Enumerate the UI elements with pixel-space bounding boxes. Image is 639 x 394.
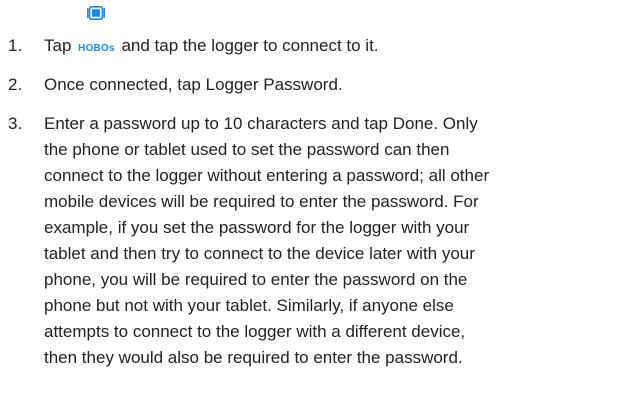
step-text: Once connected, tap Logger Password.: [44, 72, 624, 98]
step-line: Tap HOBOs and tap the logger to connect …: [44, 6, 624, 62]
step-line: tablet and then try to connect to the de…: [44, 244, 475, 263]
step-line: mobile devices will be required to enter…: [44, 192, 479, 211]
step-text: Tap HOBOs and tap the logger to connect …: [44, 6, 624, 62]
step-text-before: Tap: [44, 36, 72, 55]
step-line: then they would also be required to ente…: [44, 348, 463, 367]
step-line: Enter a password up to 10 characters and…: [44, 114, 478, 133]
step-line: the phone or tablet used to set the pass…: [44, 140, 450, 159]
step-line: phone, you will be required to enter the…: [44, 270, 468, 289]
step-line: phone but not with your tablet. Similarl…: [44, 296, 454, 315]
step-number: 2.: [8, 75, 23, 94]
step-number: 1.: [8, 36, 23, 55]
logger-device-icon: [87, 6, 106, 20]
step-text: Enter a password up to 10 characters and…: [44, 111, 624, 371]
step-number: 3.: [8, 114, 23, 133]
step-line: Once connected, tap Logger Password.: [44, 75, 343, 94]
hobos-button[interactable]: HOBOs: [78, 6, 115, 62]
hobos-button-label: HOBOs: [78, 43, 115, 54]
step-text-after: and tap the logger to connect to it.: [121, 36, 379, 55]
step-line: connect to the logger without entering a…: [44, 166, 490, 185]
step-line: example, if you set the password for the…: [44, 218, 470, 237]
step-line: attempts to connect to the logger with a…: [44, 322, 466, 341]
